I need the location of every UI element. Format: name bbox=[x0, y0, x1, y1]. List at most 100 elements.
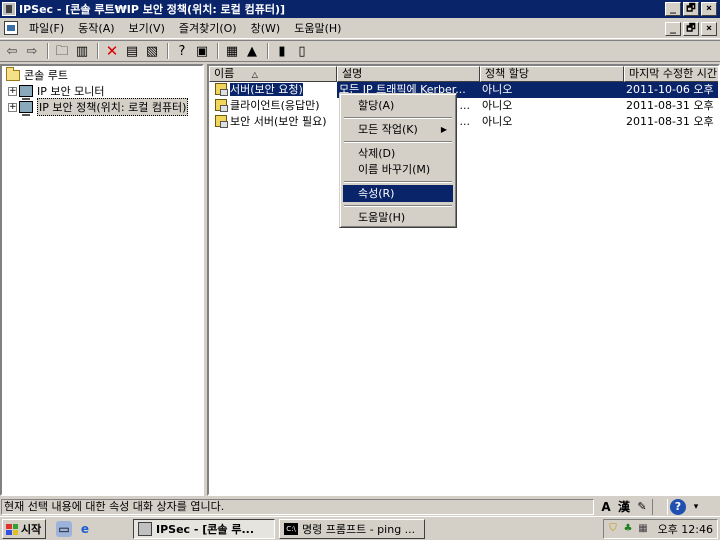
column-header-policy-assigned[interactable]: 정책 할당 bbox=[480, 66, 624, 82]
hanja-button[interactable]: 漢 bbox=[616, 499, 632, 515]
sort-ascending-icon: △ bbox=[251, 70, 258, 79]
document-menu-icon[interactable] bbox=[4, 21, 18, 35]
network-icon[interactable]: ♣ bbox=[622, 523, 634, 535]
details-list[interactable]: 이름 △ 설명 정책 할당 마지막 수정한 시간 서버(보안 요청) 모든 IP… bbox=[207, 64, 720, 496]
status-text: 현재 선택 내용에 대한 속성 대화 상자를 엽니다. bbox=[1, 499, 594, 515]
title-bar: IPSec - [콘솔 루트₩IP 보안 정책(위치: 로컬 컴퓨터)] bbox=[0, 0, 720, 18]
menu-item-label: 할당(A) bbox=[358, 99, 395, 112]
menu-favorites[interactable]: 즐겨찾기(O) bbox=[172, 20, 244, 36]
assign-policy-icon[interactable]: ▲ bbox=[243, 42, 261, 60]
child-minimize-button[interactable]: _ bbox=[665, 22, 681, 36]
computer-icon bbox=[19, 85, 33, 100]
windows-logo-icon bbox=[6, 523, 18, 535]
show-hide-tree-icon[interactable]: ▥ bbox=[73, 42, 91, 60]
column-header-label: 마지막 수정한 시간 bbox=[629, 67, 717, 80]
menu-bar: 파일(F) 동작(A) 보기(V) 즐겨찾기(O) 창(W) 도움말(H) bbox=[0, 18, 720, 39]
app-icon[interactable] bbox=[2, 2, 16, 16]
properties-icon[interactable]: ▤ bbox=[123, 42, 141, 60]
policy-assigned: 아니오 bbox=[482, 115, 513, 128]
taskbar-item-ipsec[interactable]: IPSec - [콘솔 루... bbox=[133, 519, 275, 539]
ime-tray-icon[interactable]: ▦ bbox=[637, 523, 649, 535]
forward-icon[interactable]: ⇨ bbox=[23, 42, 41, 60]
menu-view[interactable]: 보기(V) bbox=[122, 20, 172, 36]
policy-modified: 2011-08-31 오후 3: bbox=[626, 99, 720, 112]
start-button[interactable]: 시작 bbox=[2, 519, 46, 539]
help-icon[interactable]: ? bbox=[173, 42, 191, 60]
close-button[interactable]: × bbox=[701, 2, 717, 16]
menu-item-properties[interactable]: 속성(R) bbox=[343, 185, 453, 202]
menu-window[interactable]: 창(W) bbox=[244, 20, 288, 36]
folder-icon bbox=[6, 66, 20, 81]
tree-item-label: IP 보안 정책(위치: 로컬 컴퓨터) bbox=[37, 98, 189, 116]
context-menu: 할당(A) 모든 작업(K) ▶ 삭제(D) 이름 바꾸기(M) 속성(R) 도움… bbox=[339, 93, 457, 228]
console-tree[interactable]: 콘솔 루트 + IP 보안 모니터 + IP 보안 정책(위치: 로컬 컴퓨터) bbox=[0, 64, 204, 496]
menu-item-label: 모든 작업(K) bbox=[358, 123, 418, 136]
import-icon[interactable]: ▮ bbox=[273, 42, 291, 60]
ime-tools-icon[interactable]: ✎ bbox=[634, 499, 650, 515]
menu-file[interactable]: 파일(F) bbox=[22, 20, 71, 36]
up-folder-icon[interactable]: 🗀 bbox=[53, 42, 71, 60]
tree-item-ip-security-monitor[interactable]: + IP 보안 모니터 bbox=[8, 83, 105, 100]
menu-divider bbox=[344, 181, 452, 183]
column-header-last-modified[interactable]: 마지막 수정한 시간 bbox=[624, 66, 718, 82]
column-header-description[interactable]: 설명 bbox=[337, 66, 480, 82]
quick-launch: ▭ e bbox=[56, 521, 93, 537]
policy-modified: 2011-10-06 오후 1: bbox=[624, 82, 718, 98]
child-close-button[interactable]: × bbox=[701, 22, 717, 36]
menu-item-assign[interactable]: 할당(A) bbox=[343, 97, 453, 114]
export-list-icon[interactable]: ▧ bbox=[143, 42, 161, 60]
table-row[interactable]: 서버(보안 요청) 모든 IP 트래픽에 Kerber... 아니오 2011-… bbox=[209, 82, 718, 98]
start-label: 시작 bbox=[21, 523, 42, 536]
tree-item-label: IP 보안 모니터 bbox=[37, 85, 105, 98]
policy-assigned: 아니오 bbox=[480, 82, 624, 98]
status-bar: 현재 선택 내용에 대한 속성 대화 상자를 엽니다. A 漢 ✎ ? ▾ bbox=[0, 498, 720, 516]
column-header-name[interactable]: 이름 △ bbox=[209, 66, 337, 82]
ime-menu-icon[interactable]: ▾ bbox=[688, 499, 704, 515]
taskbar-item-command-prompt[interactable]: C:\ 명령 프롬프트 - ping ... bbox=[279, 519, 425, 539]
policy-assigned: 아니오 bbox=[482, 99, 513, 112]
policy-modified: 2011-08-31 오후 3: bbox=[626, 115, 720, 128]
menu-help[interactable]: 도움말(H) bbox=[287, 20, 348, 36]
submenu-arrow-icon: ▶ bbox=[440, 125, 447, 134]
back-icon[interactable]: ⇦ bbox=[3, 42, 21, 60]
expand-icon[interactable]: + bbox=[8, 102, 17, 112]
tree-root[interactable]: 콘솔 루트 bbox=[6, 66, 68, 83]
new-policy-icon[interactable]: ▦ bbox=[223, 42, 241, 60]
table-row[interactable]: 클라이언트(응답만) ... 아니오 2011-08-31 오후 3: bbox=[209, 98, 720, 114]
export-icon[interactable]: ▯ bbox=[293, 42, 311, 60]
policy-name: 보안 서버(보안 필요) bbox=[230, 115, 327, 128]
policy-icon bbox=[215, 115, 228, 128]
menu-item-delete[interactable]: 삭제(D) bbox=[343, 145, 453, 162]
menu-item-all-tasks[interactable]: 모든 작업(K) ▶ bbox=[343, 121, 453, 138]
expand-icon[interactable]: + bbox=[8, 86, 17, 96]
system-tray: ⛉ ♣ ▦ 오후 12:46 bbox=[603, 519, 718, 539]
restore-button[interactable]: 🗗 bbox=[683, 2, 699, 16]
child-restore-button[interactable]: 🗗 bbox=[683, 22, 699, 36]
toolbar-divider bbox=[47, 43, 49, 59]
taskbar: 시작 ▭ e IPSec - [콘솔 루... C:\ 명령 프롬프트 - pi… bbox=[0, 516, 720, 540]
tree-item-ip-security-policies[interactable]: + IP 보안 정책(위치: 로컬 컴퓨터) bbox=[8, 98, 189, 116]
menu-divider bbox=[344, 141, 452, 143]
window-title: IPSec - [콘솔 루트₩IP 보안 정책(위치: 로컬 컴퓨터)] bbox=[19, 3, 286, 16]
internet-explorer-icon[interactable]: e bbox=[77, 521, 93, 537]
policy-name: 클라이언트(응답만) bbox=[230, 99, 320, 112]
column-header-label: 설명 bbox=[342, 67, 363, 80]
menu-item-rename[interactable]: 이름 바꾸기(M) bbox=[343, 161, 453, 178]
menu-action[interactable]: 동작(A) bbox=[71, 20, 121, 36]
ime-mode-button[interactable]: A bbox=[598, 499, 614, 515]
minimize-button[interactable]: _ bbox=[665, 2, 681, 16]
delete-icon[interactable]: ✕ bbox=[103, 42, 121, 60]
menu-divider bbox=[344, 205, 452, 207]
child-window-controls: _ 🗗 × bbox=[665, 22, 717, 36]
security-shield-icon[interactable]: ⛉ bbox=[607, 523, 619, 535]
window-controls: _ 🗗 × bbox=[665, 2, 717, 16]
menu-item-help[interactable]: 도움말(H) bbox=[343, 209, 453, 226]
table-row[interactable]: 보안 서버(보안 필요) ... 아니오 2011-08-31 오후 3: bbox=[209, 114, 720, 130]
menu-item-label: 이름 바꾸기(M) bbox=[358, 163, 431, 176]
ime-help-icon[interactable]: ? bbox=[670, 499, 686, 515]
desktop-icon[interactable]: ▭ bbox=[56, 521, 72, 537]
list-header: 이름 △ 설명 정책 할당 마지막 수정한 시간 bbox=[209, 66, 718, 82]
toolbar: ⇦ ⇨ 🗀 ▥ ✕ ▤ ▧ ? ▣ ▦ ▲ ▮ ▯ bbox=[0, 40, 720, 62]
console-view-icon[interactable]: ▣ bbox=[193, 42, 211, 60]
policy-name: 서버(보안 요청) bbox=[230, 83, 303, 96]
